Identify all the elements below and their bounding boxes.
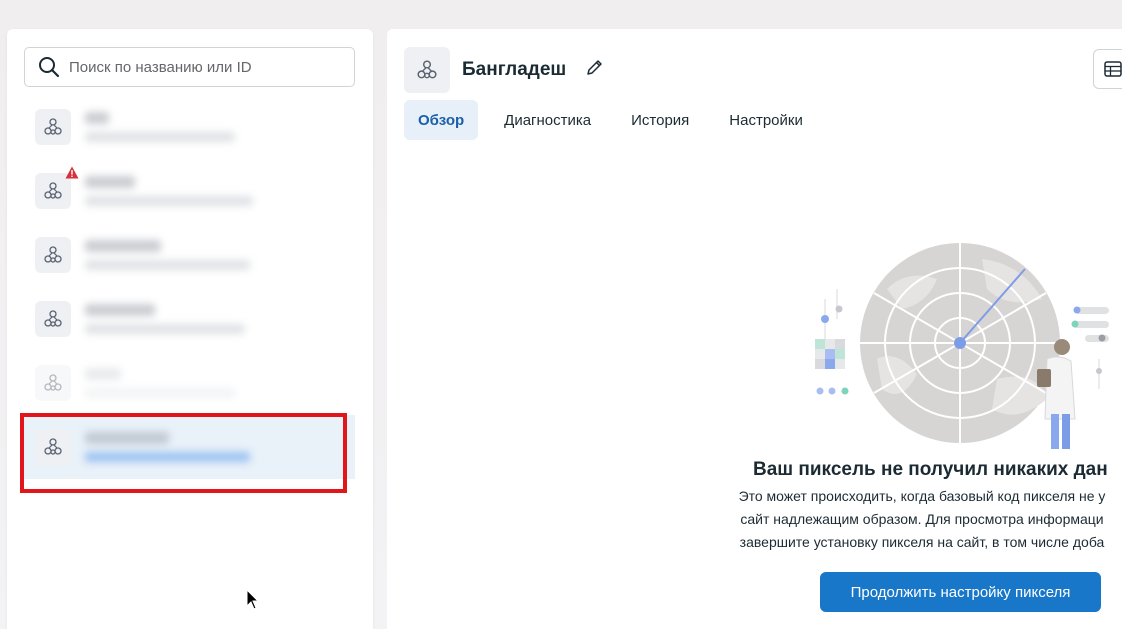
search-box[interactable] xyxy=(24,47,355,87)
pixel-text-blurred xyxy=(85,176,253,206)
pixel-network-icon xyxy=(44,118,62,135)
search-input[interactable] xyxy=(69,58,339,76)
list-item[interactable] xyxy=(7,287,373,351)
pixel-detail-panel: Бангладеш Обзор Диагностика История Наст… xyxy=(387,29,1122,629)
tab-history[interactable]: История xyxy=(617,100,703,140)
list-item[interactable] xyxy=(7,223,373,287)
pixel-network-icon xyxy=(44,246,62,263)
description-line: сайт надлежащим образом. Для просмотра и… xyxy=(740,511,1104,527)
list-item[interactable] xyxy=(7,159,373,223)
list-item-selected[interactable] xyxy=(22,415,355,479)
pixel-icon-box xyxy=(35,429,71,465)
pixel-text-blurred xyxy=(85,304,245,334)
tab-bar: Обзор Диагностика История Настройки xyxy=(404,100,829,140)
tab-settings[interactable]: Настройки xyxy=(715,100,817,140)
search-icon xyxy=(39,57,60,78)
pixel-network-icon xyxy=(44,438,62,455)
pixel-network-icon xyxy=(44,182,62,199)
pixel-text-blurred xyxy=(85,368,235,398)
tab-diagnostics[interactable]: Диагностика xyxy=(490,100,605,140)
list-item[interactable] xyxy=(7,95,373,159)
pixel-text-blurred xyxy=(85,240,250,270)
pixel-list xyxy=(7,95,373,479)
page-title: Бангладеш xyxy=(462,59,567,80)
empty-state-title: Ваш пиксель не получил никаких дан xyxy=(753,459,1108,480)
list-item[interactable] xyxy=(7,351,373,415)
pixel-network-icon xyxy=(417,60,437,79)
pencil-edit-icon[interactable] xyxy=(585,57,605,77)
description-line: Это может происходить, когда базовый код… xyxy=(738,488,1106,504)
continue-setup-button[interactable]: Продолжить настройку пикселя xyxy=(820,572,1101,612)
pixel-icon-box xyxy=(35,301,71,337)
table-view-button[interactable] xyxy=(1093,49,1122,89)
pixel-network-icon xyxy=(44,310,62,327)
warning-icon xyxy=(65,166,79,179)
pixel-icon-box xyxy=(35,365,71,401)
pixel-icon-box xyxy=(35,109,71,145)
pixel-icon-box xyxy=(35,166,79,209)
table-icon xyxy=(1104,61,1122,77)
pixel-list-panel xyxy=(7,29,373,629)
tab-overview[interactable]: Обзор xyxy=(404,100,479,140)
pixel-network-icon xyxy=(44,374,62,391)
pixel-icon-box xyxy=(35,237,71,273)
pixel-header-icon-box xyxy=(404,47,450,93)
pixel-text-blurred xyxy=(85,432,250,462)
empty-state-description: Это может происходить, когда базовый код… xyxy=(697,485,1122,554)
mouse-cursor-icon xyxy=(246,589,260,610)
radar-scientist-illustration xyxy=(815,243,1109,449)
description-line: завершите установку пикселя на сайт, в т… xyxy=(739,534,1105,550)
pixel-text-blurred xyxy=(85,112,235,142)
